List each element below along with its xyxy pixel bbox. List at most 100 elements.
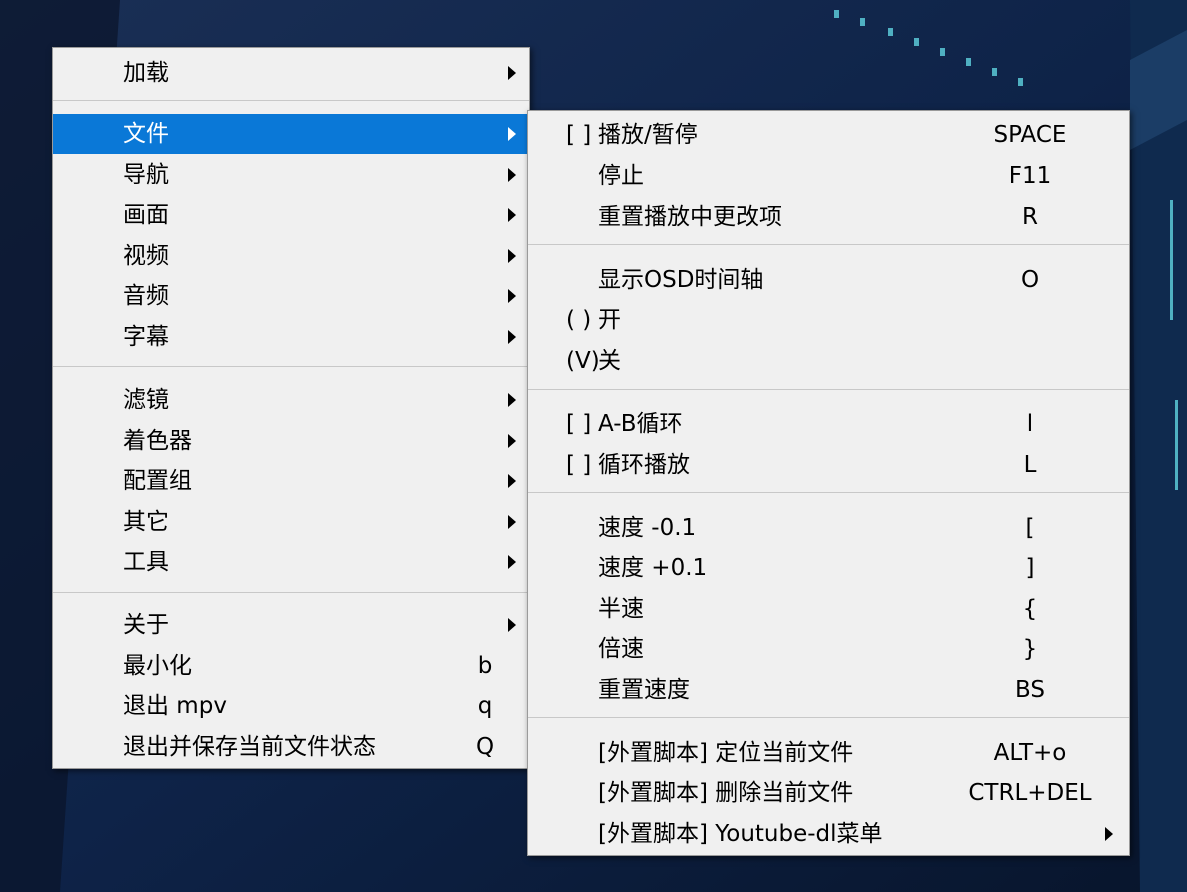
shortcut-label: BS: [1015, 677, 1045, 703]
main-menu-item[interactable]: 退出并保存当前文件状态 Q: [53, 727, 529, 767]
file-submenu-item[interactable]: 半速 {: [528, 589, 1129, 629]
file-submenu-item[interactable]: 速度 +0.1]: [528, 548, 1129, 588]
file-submenu-item-label: 开: [598, 307, 621, 333]
file-submenu-item[interactable]: ( ) 开: [528, 300, 1129, 340]
main-menu-item[interactable]: 最小化 b: [53, 646, 529, 686]
file-submenu-item[interactable]: 重置播放中更改项 R: [528, 197, 1129, 237]
main-menu-item[interactable]: 其它: [53, 502, 529, 542]
file-submenu-item-label: 显示OSD时间轴: [598, 267, 764, 293]
file-submenu-item-label: [外置脚本] Youtube-dl菜单: [598, 821, 883, 847]
submenu-arrow-icon: [508, 474, 516, 488]
submenu-arrow-icon: [508, 208, 516, 222]
submenu-arrow-icon: [508, 66, 516, 80]
check-indicator: [ ]: [566, 122, 592, 148]
main-menu-item[interactable]: 字幕: [53, 317, 529, 357]
file-submenu-item-label: 重置速度: [598, 677, 690, 703]
file-submenu-item-label: 倍速: [598, 636, 644, 662]
submenu-arrow-icon: [508, 127, 516, 141]
main-menu-item[interactable]: 音频: [53, 276, 529, 316]
file-submenu-item[interactable]: [外置脚本] Youtube-dl菜单: [528, 814, 1129, 854]
main-menu-item-label: 音频: [123, 283, 169, 309]
file-submenu-item[interactable]: 倍速}: [528, 629, 1129, 669]
shortcut-label: {: [1022, 596, 1038, 622]
main-menu-separator: [53, 366, 529, 367]
shortcut-label: F11: [1008, 163, 1052, 189]
main-menu-item[interactable]: 画面: [53, 195, 529, 235]
submenu-arrow-icon: [508, 393, 516, 407]
file-submenu-separator: [528, 389, 1129, 390]
main-menu-item[interactable]: 着色器: [53, 421, 529, 461]
file-submenu-item-label: 循环播放: [598, 452, 690, 478]
submenu-arrow-icon: [508, 515, 516, 529]
main-menu-item-label: 视频: [123, 243, 169, 269]
file-submenu-item[interactable]: (V) 关: [528, 341, 1129, 381]
file-submenu: [ ] 播放/暂停 SPACE 停止 F11 重置播放中更改项 R 显示OSD时间轴 O( ) 开…: [527, 110, 1130, 856]
shortcut-label: ALT+o: [993, 740, 1067, 766]
submenu-arrow-icon: [508, 249, 516, 263]
main-menu-item-label: 文件: [123, 121, 169, 147]
submenu-arrow-icon: [1105, 827, 1113, 841]
main-menu-item-label: 字幕: [123, 324, 169, 350]
main-menu-item[interactable]: 视频: [53, 236, 529, 276]
shortcut-label: [: [1025, 515, 1035, 541]
shortcut-label: L: [1023, 452, 1037, 478]
submenu-arrow-icon: [508, 330, 516, 344]
main-menu-item-label: 关于: [123, 612, 169, 638]
check-indicator: ( ): [566, 307, 592, 333]
main-menu-separator: [53, 592, 529, 593]
file-submenu-item[interactable]: [外置脚本] 删除当前文件 CTRL+DEL: [528, 773, 1129, 813]
main-menu-item-label: 导航: [123, 162, 169, 188]
file-submenu-item[interactable]: 重置速度 BS: [528, 670, 1129, 710]
main-menu-item-label: 最小化: [123, 653, 192, 679]
file-submenu-item-label: 重置播放中更改项: [598, 204, 782, 230]
file-submenu-item-label: [外置脚本] 定位当前文件: [598, 740, 854, 766]
main-menu-item[interactable]: 退出 mpv q: [53, 686, 529, 726]
main-menu-item[interactable]: 工具: [53, 542, 529, 582]
shortcut-label: ]: [1025, 555, 1035, 581]
submenu-arrow-icon: [508, 618, 516, 632]
check-indicator: [ ]: [566, 411, 592, 437]
main-menu-item-label: 加载: [123, 60, 169, 86]
file-submenu-item-label: 关: [598, 348, 621, 374]
shortcut-label: CTRL+DEL: [968, 780, 1092, 806]
main-menu-item-label: 退出 mpv: [123, 693, 227, 719]
main-menu-item-label: 工具: [123, 549, 169, 575]
shortcut-label: SPACE: [993, 122, 1067, 148]
main-context-menu: 加载文件导航画面视频音频字幕滤镜着色器配置组其它工具关于最小化 b 退出 mpv q 退…: [52, 47, 530, 769]
check-indicator: [ ]: [566, 452, 592, 478]
submenu-arrow-icon: [508, 434, 516, 448]
shortcut-label: l: [1026, 411, 1034, 437]
file-submenu-separator: [528, 244, 1129, 245]
file-submenu-item[interactable]: 停止 F11: [528, 156, 1129, 196]
file-submenu-item-label: A-B循环: [598, 411, 683, 437]
file-submenu-item-label: 播放/暂停: [598, 122, 698, 148]
shortcut-label: }: [1022, 636, 1038, 662]
submenu-arrow-icon: [508, 289, 516, 303]
shortcut-label: O: [1020, 267, 1040, 293]
file-submenu-item-label: 停止: [598, 163, 644, 189]
main-menu-item-label: 画面: [123, 202, 169, 228]
file-submenu-item[interactable]: [ ] 播放/暂停 SPACE: [528, 115, 1129, 155]
main-menu-item[interactable]: 滤镜: [53, 380, 529, 420]
file-submenu-item-label: 速度 +0.1: [598, 555, 708, 581]
main-menu-item[interactable]: 关于: [53, 605, 529, 645]
file-submenu-item[interactable]: 显示OSD时间轴 O: [528, 260, 1129, 300]
file-submenu-item[interactable]: 速度 -0.1 [: [528, 508, 1129, 548]
file-submenu-item[interactable]: [ ] A-B循环 l: [528, 404, 1129, 444]
main-menu-item[interactable]: 导航: [53, 155, 529, 195]
main-menu-item[interactable]: 配置组: [53, 461, 529, 501]
shortcut-label: R: [1022, 204, 1038, 230]
main-menu-item-label: 着色器: [123, 428, 192, 454]
main-menu-item[interactable]: 加载: [53, 53, 529, 93]
main-menu-item-label: 滤镜: [123, 387, 169, 413]
check-indicator: (V): [566, 348, 600, 374]
main-menu-separator: [53, 100, 529, 101]
main-menu-item-label: 其它: [123, 509, 169, 535]
file-submenu-item-label: 半速: [598, 596, 644, 622]
main-menu-item-label: 配置组: [123, 468, 192, 494]
main-menu-item[interactable]: 文件: [53, 114, 529, 154]
file-submenu-item[interactable]: [ ] 循环播放 L: [528, 445, 1129, 485]
file-submenu-item-label: [外置脚本] 删除当前文件: [598, 780, 854, 806]
submenu-arrow-icon: [508, 168, 516, 182]
file-submenu-item[interactable]: [外置脚本] 定位当前文件 ALT+o: [528, 733, 1129, 773]
